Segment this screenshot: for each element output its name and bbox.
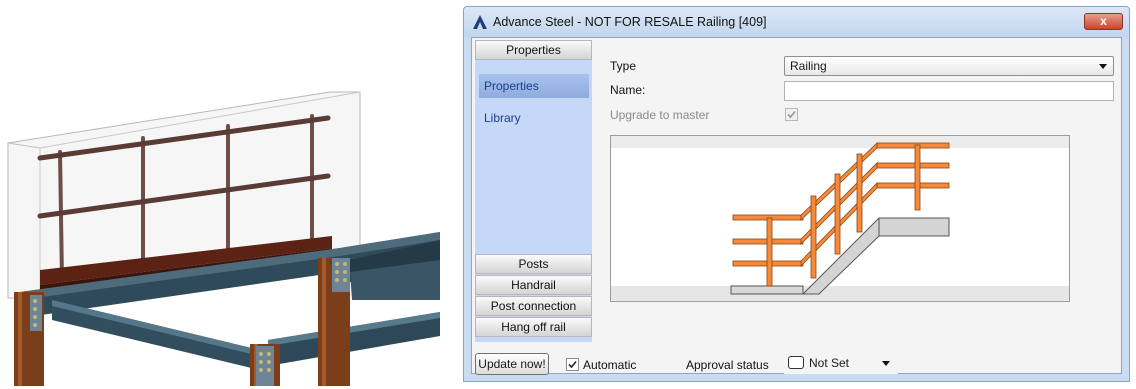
railing-preview-image xyxy=(610,135,1070,302)
nav-category-hang-off-rail[interactable]: Hang off rail xyxy=(475,317,592,337)
approval-status-value: Not Set xyxy=(809,356,850,370)
title-bar[interactable]: Advance Steel - NOT FOR RESALE Railing [… xyxy=(464,7,1129,37)
nav-item-properties[interactable]: Properties xyxy=(479,74,589,98)
railing-properties-dialog: Advance Steel - NOT FOR RESALE Railing [… xyxy=(463,6,1130,382)
name-input[interactable] xyxy=(784,81,1114,101)
automatic-label: Automatic xyxy=(583,358,637,372)
dialog-body: Properties Properties Library Posts Hand… xyxy=(471,37,1122,375)
category-nav: Properties Properties Library Posts Hand… xyxy=(475,40,592,342)
model-viewport[interactable] xyxy=(0,0,440,386)
nav-category-post-connection[interactable]: Post connection xyxy=(475,296,592,316)
chevron-down-icon xyxy=(882,361,890,366)
automatic-checkbox[interactable] xyxy=(566,358,579,371)
type-select-value: Railing xyxy=(790,59,827,73)
approval-status-label: Approval status xyxy=(686,358,769,372)
name-label: Name: xyxy=(610,83,646,97)
type-label: Type xyxy=(610,59,637,73)
close-icon: x xyxy=(1100,14,1107,28)
approval-status-select[interactable]: Not Set xyxy=(784,352,898,374)
upgrade-to-master-label: Upgrade to master xyxy=(610,108,710,122)
nav-header-properties[interactable]: Properties xyxy=(475,40,592,60)
advance-steel-logo-icon xyxy=(473,15,487,29)
upgrade-to-master-checkbox[interactable] xyxy=(785,108,798,121)
close-button[interactable]: x xyxy=(1084,13,1123,30)
nav-category-handrail[interactable]: Handrail xyxy=(475,275,592,295)
update-now-button[interactable]: Update now! xyxy=(475,353,549,375)
type-select[interactable]: Railing xyxy=(784,56,1114,76)
nav-item-library[interactable]: Library xyxy=(479,106,589,130)
checkmark-icon xyxy=(787,110,796,119)
chevron-down-icon xyxy=(1099,64,1107,69)
nav-category-posts[interactable]: Posts xyxy=(475,254,592,274)
status-color-swatch xyxy=(788,356,804,369)
checkmark-icon xyxy=(568,360,577,369)
window-title: Advance Steel - NOT FOR RESALE Railing [… xyxy=(493,15,767,29)
railing-3d-model xyxy=(7,91,440,386)
